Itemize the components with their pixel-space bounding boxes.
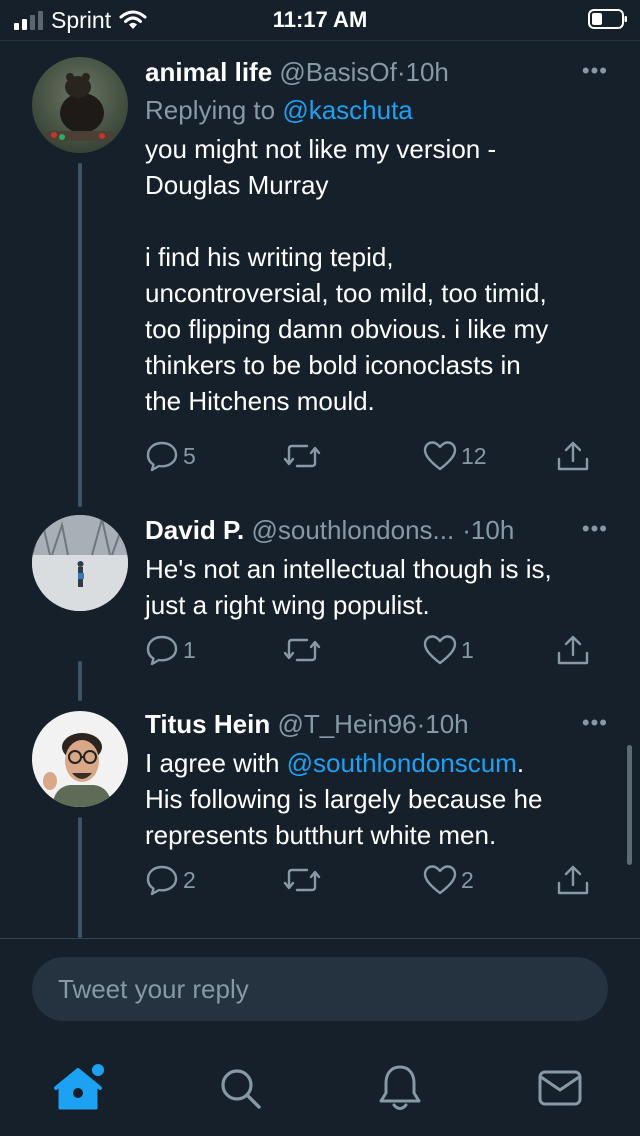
- replying-to-link[interactable]: @kaschuta: [282, 95, 412, 125]
- separator: ·: [416, 709, 426, 739]
- retweet-icon: [283, 444, 321, 468]
- tweet-header: David P. @southlondons... ·10h: [145, 511, 608, 549]
- tweet-text: I agree with @southlondonscum. His follo…: [145, 745, 608, 853]
- like-count: 12: [461, 442, 487, 469]
- tab-notifications[interactable]: [370, 1058, 430, 1118]
- tweet-time: 10h: [470, 515, 515, 545]
- tab-home[interactable]: [50, 1058, 110, 1118]
- tweet-header: animal life @BasisOf·10h: [145, 53, 608, 91]
- tweet-body: Titus Hein @T_Hein96·10h ••• I agree wit…: [145, 705, 608, 853]
- tweet[interactable]: Titus Hein @T_Hein96·10h ••• I agree wit…: [0, 701, 640, 938]
- scrollbar[interactable]: [627, 745, 632, 865]
- tab-messages[interactable]: [530, 1058, 590, 1118]
- display-name[interactable]: David P.: [145, 515, 244, 545]
- like-button[interactable]: 1: [423, 633, 474, 667]
- more-options-icon[interactable]: •••: [582, 709, 608, 737]
- thread-line: [78, 817, 82, 938]
- replying-label: Replying to: [145, 95, 276, 125]
- home-icon: [54, 1064, 104, 1110]
- share-icon: [557, 635, 589, 665]
- reply-count: 5: [183, 442, 196, 469]
- notifications-icon: [379, 1065, 421, 1110]
- tweet-header: Titus Hein @T_Hein96·10h: [145, 705, 608, 743]
- heart-icon: [423, 635, 457, 665]
- messages-icon: [538, 1070, 582, 1106]
- retweet-icon: [283, 868, 321, 892]
- reply-count: 1: [183, 636, 196, 663]
- more-options-icon[interactable]: •••: [582, 515, 608, 543]
- tweet-actions: 5 12: [145, 439, 608, 475]
- display-name[interactable]: animal life: [145, 57, 272, 87]
- retweet-button[interactable]: [283, 633, 325, 667]
- status-bar-time: 11:17 AM: [272, 7, 368, 32]
- user-handle[interactable]: @southlondons...: [251, 515, 454, 545]
- tweet-actions: 1 1: [145, 633, 608, 669]
- heart-icon: [423, 441, 457, 471]
- thread-line: [78, 661, 82, 701]
- mention-link[interactable]: @southlondonscum: [287, 748, 517, 778]
- tweet-time: 10h: [405, 57, 449, 87]
- reply-divider: [0, 938, 640, 939]
- retweet-button[interactable]: [283, 439, 325, 473]
- tweet[interactable]: David P. @southlondons... ·10h ••• He's n…: [0, 511, 640, 701]
- reply-icon: [146, 635, 178, 666]
- tweet-text: you might not like my version - Douglas …: [145, 134, 549, 416]
- reply-count: 2: [183, 866, 196, 893]
- thread-line: [78, 163, 82, 507]
- tweet-body: David P. @southlondons... ·10h ••• He's n…: [145, 511, 608, 623]
- avatar[interactable]: [32, 57, 128, 153]
- user-handle[interactable]: @BasisOf: [279, 57, 396, 87]
- tweet-text: He's not an intellectual though is is, j…: [145, 554, 552, 620]
- like-count: 1: [461, 636, 474, 663]
- search-icon: [221, 1069, 261, 1109]
- share-icon: [557, 441, 589, 471]
- display-name[interactable]: Titus Hein: [145, 709, 270, 739]
- share-icon: [557, 865, 589, 895]
- tweet-text-prefix: I agree with: [145, 748, 287, 778]
- retweet-icon: [283, 638, 321, 662]
- like-button[interactable]: 12: [423, 439, 487, 473]
- reply-button[interactable]: 1: [145, 633, 196, 667]
- more-options-icon[interactable]: •••: [582, 57, 608, 85]
- avatar[interactable]: [32, 515, 128, 611]
- tweet-time: 10h: [425, 709, 469, 739]
- tweet-thread[interactable]: animal life @BasisOf·10h ••• Replying to…: [0, 41, 640, 938]
- like-button[interactable]: 2: [423, 863, 474, 897]
- tab-bar: [0, 1040, 640, 1136]
- tweet-actions: 2 2: [145, 863, 608, 899]
- reply-input[interactable]: [32, 957, 608, 1021]
- tweet[interactable]: animal life @BasisOf·10h ••• Replying to…: [0, 41, 640, 511]
- status-bar: Sprint 11:17 AM: [0, 0, 640, 40]
- tweet-body: animal life @BasisOf·10h ••• Replying to…: [145, 53, 608, 419]
- share-button[interactable]: [555, 863, 591, 899]
- retweet-button[interactable]: [283, 863, 325, 897]
- share-button[interactable]: [555, 633, 591, 669]
- separator: ·: [462, 515, 471, 545]
- replying-to: Replying to @kaschuta: [145, 91, 608, 129]
- reply-button[interactable]: 5: [145, 439, 196, 473]
- reply-icon: [146, 441, 178, 472]
- heart-icon: [423, 865, 457, 895]
- user-handle[interactable]: @T_Hein96: [277, 709, 416, 739]
- reply-button[interactable]: 2: [145, 863, 196, 897]
- share-button[interactable]: [555, 439, 591, 475]
- avatar[interactable]: [32, 711, 128, 807]
- reply-icon: [146, 865, 178, 896]
- tab-search[interactable]: [210, 1058, 270, 1118]
- like-count: 2: [461, 866, 474, 893]
- battery-icon: [588, 9, 627, 29]
